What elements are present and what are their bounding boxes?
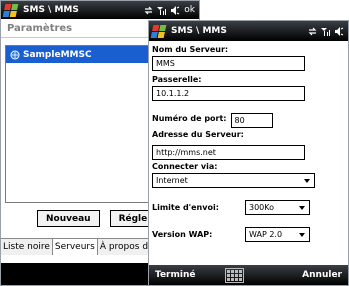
server-name-label: Nom du Serveur: [152,45,229,54]
chevron-down-icon [304,178,310,183]
connectivity-icon [308,27,317,35]
front-window-title: SMS \ MMS [171,26,227,36]
chevron-down-icon [299,232,305,237]
gateway-label: Passerelle: [152,75,202,84]
signal-icon [321,27,330,36]
server-address-input[interactable]: http://mms.net [152,145,305,160]
done-softkey[interactable]: Terminé [149,270,195,280]
connectivity-icon [144,6,153,14]
send-limit-dropdown[interactable]: 300Ko [245,200,310,215]
list-item-label: SampleMMSC [23,49,92,60]
back-window-title: SMS \ MMS [23,5,79,15]
server-settings-form: Nom du Serveur: MMS Passerelle: 10.1.1.2… [149,45,348,242]
back-title-bar: SMS \ MMS ok [1,1,199,19]
wap-version-dropdown[interactable]: WAP 2.0 [245,227,310,242]
front-screen: SMS \ MMS Nom du Serveur: MMS Passerelle… [148,20,349,286]
wap-version-value: WAP 2.0 [249,230,283,239]
keyboard-icon[interactable] [225,267,245,283]
front-title-bar: SMS \ MMS [149,21,348,41]
tab-blacklist[interactable]: Liste noire [1,239,53,255]
server-name-input[interactable]: MMS [152,56,305,71]
chevron-down-icon [299,205,305,210]
new-button[interactable]: Nouveau [37,210,100,227]
back-status-area: ok [144,5,199,15]
send-limit-label: Limite d'envoi: [152,203,219,212]
volume-icon [171,5,180,15]
port-label: Numéro de port: [152,114,227,123]
send-limit-value: 300Ko [249,203,275,212]
volume-icon [335,26,344,36]
connect-via-dropdown[interactable]: Internet [152,173,315,188]
port-input[interactable]: 80 [230,113,273,128]
cancel-softkey[interactable]: Annuler [302,270,348,280]
server-address-label: Adresse du Serveur: [152,130,244,139]
start-flag-icon[interactable] [150,24,167,38]
wap-version-label: Version WAP: [152,230,213,239]
front-softkey-bar: Terminé Annuler [149,265,348,285]
ok-button[interactable]: ok [184,5,195,15]
globe-icon [10,50,20,59]
front-status-area [308,26,348,36]
start-flag-icon[interactable] [2,3,19,17]
connect-via-value: Internet [156,176,188,185]
connect-via-label: Connecter via: [152,162,218,171]
tab-about[interactable]: À propos d [97,239,152,255]
signal-icon [157,6,167,15]
gateway-input[interactable]: 10.1.1.2 [152,86,305,101]
tab-servers[interactable]: Serveurs [52,239,98,255]
